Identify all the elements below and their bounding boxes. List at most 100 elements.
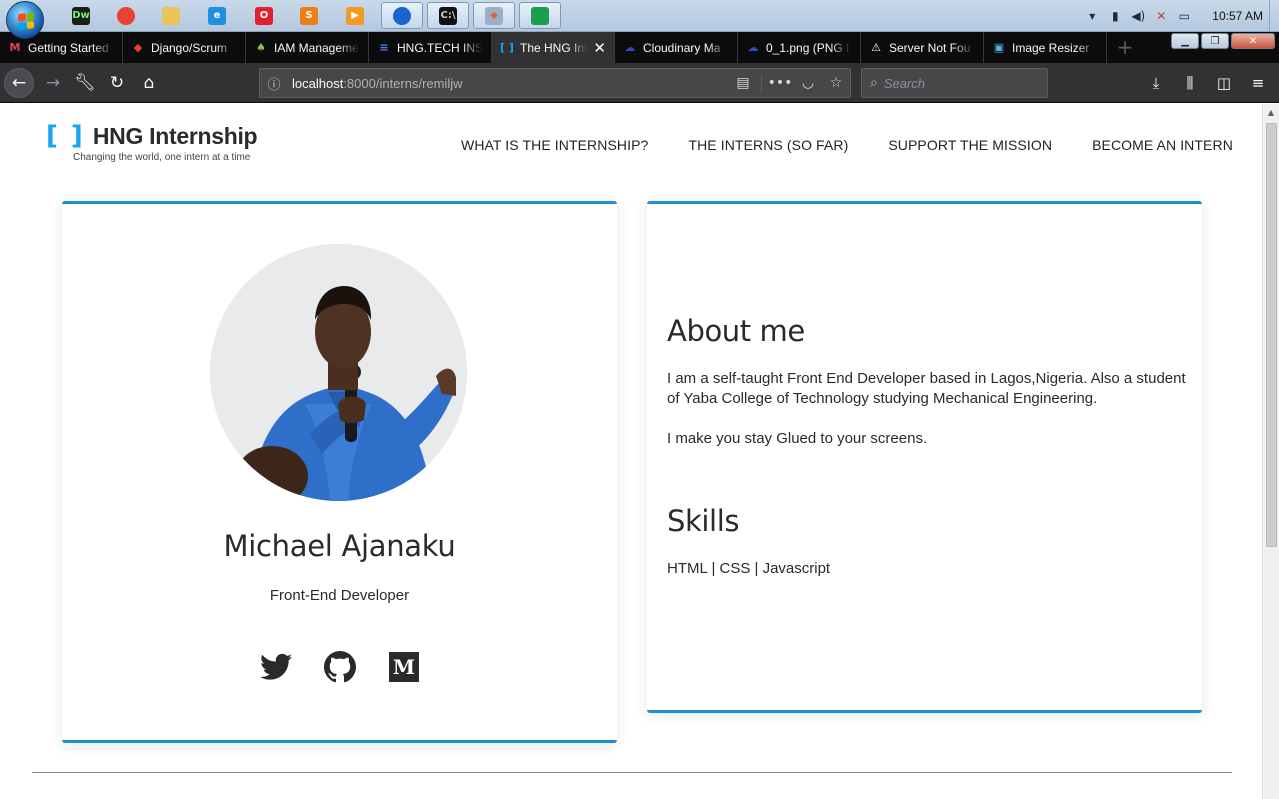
reload-button[interactable]: ↻ (102, 68, 132, 98)
taskbar-app-button[interactable]: S (288, 2, 330, 29)
url-text[interactable]: localhost:8000/interns/remiljw (288, 76, 729, 91)
volume-icon[interactable]: ◀) (1131, 9, 1145, 23)
vertical-scrollbar[interactable]: ▲ (1262, 104, 1279, 799)
scroll-up-arrow-icon[interactable]: ▲ (1263, 104, 1279, 121)
url-separator (761, 74, 762, 92)
search-bar[interactable]: ⌕ (861, 68, 1048, 98)
close-window-button[interactable]: ✕ (1231, 33, 1275, 49)
page-actions-icon[interactable]: ••• (766, 75, 794, 91)
vscode-icon (531, 6, 549, 25)
tab-favicon-icon: ≡ (379, 41, 389, 54)
start-button[interactable] (6, 1, 44, 39)
internet-explorer-icon: e (208, 6, 226, 25)
scrollbar-thumb[interactable] (1266, 123, 1277, 547)
svg-text:M: M (392, 655, 414, 679)
site-info-icon[interactable]: ⓘ (260, 74, 288, 93)
skills-heading: Skills (667, 504, 740, 538)
minimize-button[interactable]: ▁ (1171, 33, 1199, 49)
address-bar[interactable]: ⓘ localhost:8000/interns/remiljw ▤ ••• ◡… (259, 68, 851, 98)
taskbar-app-button[interactable] (519, 2, 561, 29)
restore-button[interactable]: ❐ (1201, 33, 1229, 49)
tab-favicon-icon: ♠ (256, 41, 266, 54)
chrome-icon (117, 6, 135, 25)
tab-favicon-icon: M (9, 41, 21, 54)
taskbar-app-button[interactable] (105, 2, 147, 29)
taskbar-app-button[interactable]: C:\ (427, 2, 469, 29)
window-controls: ▁ ❐ ✕ (1171, 33, 1275, 49)
taskbar-app-button[interactable]: ◆ (473, 2, 515, 29)
home-button[interactable]: ⌂ (134, 68, 164, 98)
pocket-icon[interactable]: ◡ (794, 75, 822, 91)
dreamweaver-icon: Dw (72, 6, 90, 25)
back-button[interactable]: ← (4, 68, 34, 98)
forward-button[interactable]: → (38, 68, 68, 98)
twitter-icon[interactable] (259, 651, 292, 683)
nav-what-is-internship[interactable]: WHAT IS THE INTERNSHIP? (441, 137, 668, 153)
show-desktop-button[interactable] (1269, 0, 1279, 31)
taskbar-clock[interactable]: 10:57 AM (1212, 9, 1263, 23)
tab-title: Cloudinary Ma (643, 40, 721, 55)
browser-tab[interactable]: ▣ Image Resizer (984, 32, 1107, 63)
sublime-text-icon: S (300, 6, 318, 25)
about-heading: About me (667, 314, 805, 348)
close-tab-icon[interactable]: ✕ (593, 39, 606, 57)
profile-name: Michael Ajanaku (223, 529, 456, 563)
sidebar-toggle-icon[interactable]: ◫ (1209, 68, 1239, 98)
toolbar-right: ⤓ ⫼ ◫ ≡ (1141, 68, 1273, 98)
about-card: About me I am a self-taught Front End De… (647, 201, 1202, 713)
taskbar-app-button[interactable] (381, 2, 423, 29)
action-center-icon[interactable]: ▭ (1177, 9, 1191, 23)
github-icon[interactable] (323, 651, 356, 683)
tab-favicon-icon: ☁ (747, 41, 759, 54)
navigation-toolbar: ← → 🔧︎ ↻ ⌂ ⓘ localhost:8000/interns/remi… (0, 63, 1279, 103)
browser-tab[interactable]: ♠ IAM Management (246, 32, 369, 63)
bookmark-star-icon[interactable]: ☆ (822, 75, 850, 91)
taskbar-app-button[interactable]: O (243, 2, 285, 29)
taskbar-app-button[interactable]: Dw (60, 2, 102, 29)
opera-icon: O (255, 6, 273, 25)
site-logo[interactable]: [ ] HNG Internship Changing the world, o… (46, 121, 258, 163)
tab-favicon-icon: ⚠ (871, 41, 881, 54)
taskbar-app-button[interactable] (150, 2, 192, 29)
new-tab-button[interactable]: + (1114, 35, 1136, 59)
tab-title: 0_1.png (PNG I (766, 40, 850, 55)
windows-taskbar: Dw e O S ▶ C:\ ◆ ▾ ▮ ◀) ✕ ▭ 10:57 AM (0, 0, 1279, 39)
library-icon[interactable]: ⫼ (1175, 68, 1205, 98)
tab-favicon-icon: ☁ (624, 41, 636, 54)
usb-device-icon[interactable]: ▮ (1108, 9, 1122, 23)
downloads-icon[interactable]: ⤓ (1141, 68, 1171, 98)
menu-hamburger-icon[interactable]: ≡ (1243, 68, 1273, 98)
logo-tagline: Changing the world, one intern at a time (73, 152, 251, 163)
taskbar-app-button[interactable]: ▶ (334, 2, 376, 29)
customize-wrench-icon[interactable]: 🔧︎ (70, 68, 100, 98)
nav-the-interns[interactable]: THE INTERNS (SO FAR) (668, 137, 868, 153)
footer-divider (32, 772, 1232, 773)
about-paragraph-tagline: I make you stay Glued to your screens. (667, 430, 928, 447)
browser-tab[interactable]: ☁ 0_1.png (PNG I (738, 32, 861, 63)
tab-title: Image Resizer (1012, 40, 1090, 55)
hng-bracket-logo-icon: [ ] (46, 121, 85, 151)
tab-favicon-icon: [ ] (500, 41, 514, 54)
avatar (210, 244, 467, 501)
browser-tab[interactable]: [ ] The HNG Inte ✕ (492, 32, 615, 63)
tab-title: IAM Management (274, 40, 360, 55)
site-navigation: WHAT IS THE INTERNSHIP? THE INTERNS (SO … (441, 137, 1253, 153)
nav-support-mission[interactable]: SUPPORT THE MISSION (868, 137, 1072, 153)
nav-become-intern[interactable]: BECOME AN INTERN (1072, 137, 1253, 153)
about-paragraph: I am a self-taught Front End Developer b… (667, 370, 1186, 407)
reader-view-icon[interactable]: ▤ (729, 75, 757, 91)
tab-title: Django/Scrum (151, 40, 228, 55)
show-hidden-icons-icon[interactable]: ▾ (1085, 9, 1099, 23)
browser-tab[interactable]: ◆ Django/Scrum (123, 32, 246, 63)
skills-list: HTML | CSS | Javascript (667, 560, 831, 577)
network-disconnected-icon[interactable]: ✕ (1154, 9, 1168, 23)
profile-card: Michael Ajanaku Front-End Developer M (62, 201, 617, 743)
browser-tab[interactable]: ≡ HNG.TECH INS (369, 32, 492, 63)
search-input[interactable] (883, 75, 1034, 91)
browser-tab[interactable]: ☁ Cloudinary Ma (615, 32, 738, 63)
tab-title: Server Not Fou (889, 40, 971, 55)
browser-tab[interactable]: ⚠ Server Not Fou (861, 32, 984, 63)
taskbar-app-button[interactable]: e (196, 2, 238, 29)
firefox-icon (393, 6, 411, 25)
medium-icon[interactable]: M (388, 651, 420, 683)
